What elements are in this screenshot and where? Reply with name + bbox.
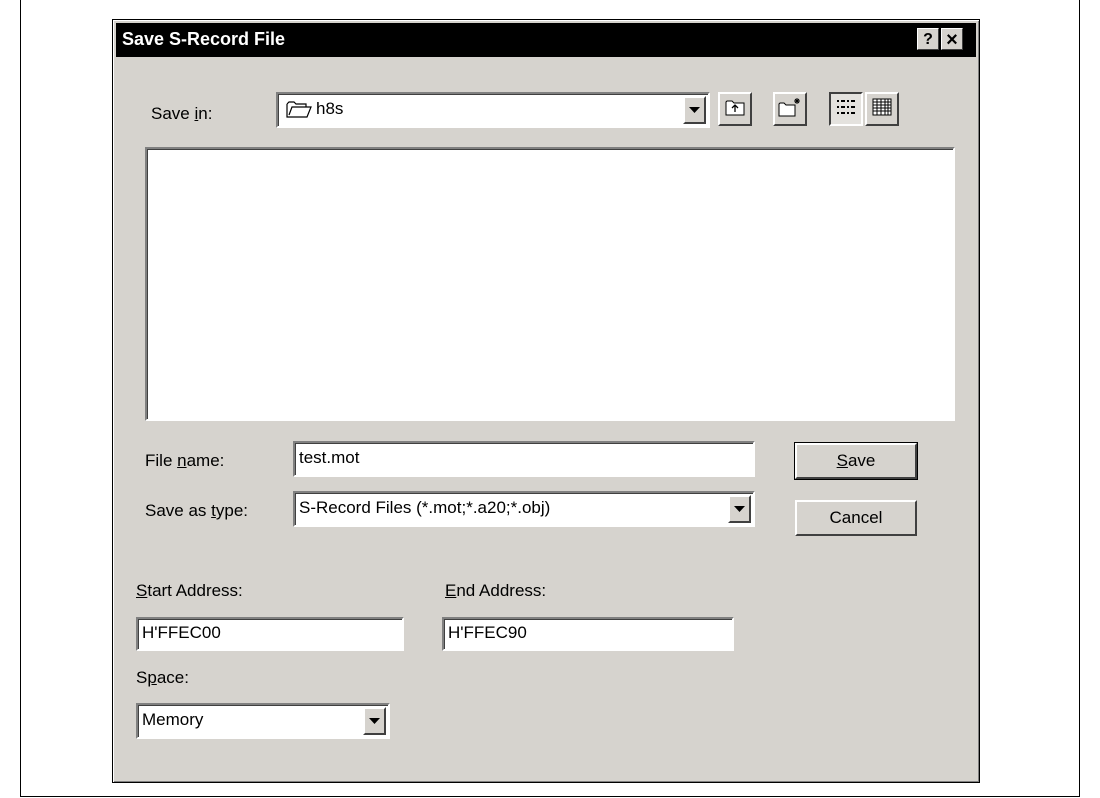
chevron-down-icon [369, 712, 380, 730]
new-folder-button[interactable] [773, 92, 807, 126]
file-name-value: test.mot [299, 448, 360, 467]
save-in-dropdown-arrow[interactable] [683, 96, 706, 124]
up-one-level-icon [725, 98, 745, 121]
close-button[interactable]: × [941, 28, 963, 51]
title-bar[interactable]: Save S-Record File ? × [116, 23, 976, 57]
details-view-button[interactable] [865, 92, 899, 126]
chevron-down-icon [734, 500, 745, 518]
dialog-title: Save S-Record File [122, 29, 286, 49]
save-as-type-label: Save as type: [145, 501, 249, 520]
folder-icon [286, 100, 312, 123]
start-address-value: H'FFEC00 [142, 623, 221, 642]
save-as-type-dropdown[interactable]: S-Record Files (*.mot;*.a20;*.obj) [293, 491, 755, 527]
chevron-down-icon [689, 101, 700, 119]
end-address-input[interactable]: H'FFEC90 [442, 617, 734, 651]
file-name-input[interactable]: test.mot [293, 441, 755, 477]
save-as-type-dropdown-arrow[interactable] [728, 495, 751, 523]
space-label: Space: [136, 668, 189, 687]
help-icon: ? [923, 31, 933, 48]
list-view-button[interactable] [829, 92, 863, 126]
save-button[interactable]: Save [794, 442, 918, 480]
list-view-icon [836, 98, 856, 121]
end-address-label: End Address: [445, 581, 547, 600]
details-view-icon [872, 98, 892, 121]
close-icon: × [946, 29, 958, 51]
cancel-button[interactable]: Cancel [795, 500, 917, 536]
new-folder-icon [778, 97, 802, 122]
start-address-label: Start Address: [136, 581, 243, 600]
save-in-value: h8s [316, 99, 344, 118]
space-dropdown[interactable]: Memory [136, 703, 390, 739]
space-value: Memory [142, 710, 204, 729]
space-dropdown-arrow[interactable] [363, 707, 386, 735]
save-in-dropdown[interactable]: h8s [276, 92, 710, 128]
file-list[interactable] [145, 147, 955, 421]
up-one-level-button[interactable] [718, 92, 752, 126]
save-as-type-value: S-Record Files (*.mot;*.a20;*.obj) [299, 498, 551, 517]
file-name-label: File name: [145, 451, 225, 470]
help-button[interactable]: ? [917, 28, 939, 50]
save-in-label: Save in: [151, 104, 213, 123]
end-address-value: H'FFEC90 [448, 623, 527, 642]
start-address-input[interactable]: H'FFEC00 [136, 617, 404, 651]
save-srecord-dialog: Save S-Record File ? × Save in: h8s File… [112, 19, 980, 783]
